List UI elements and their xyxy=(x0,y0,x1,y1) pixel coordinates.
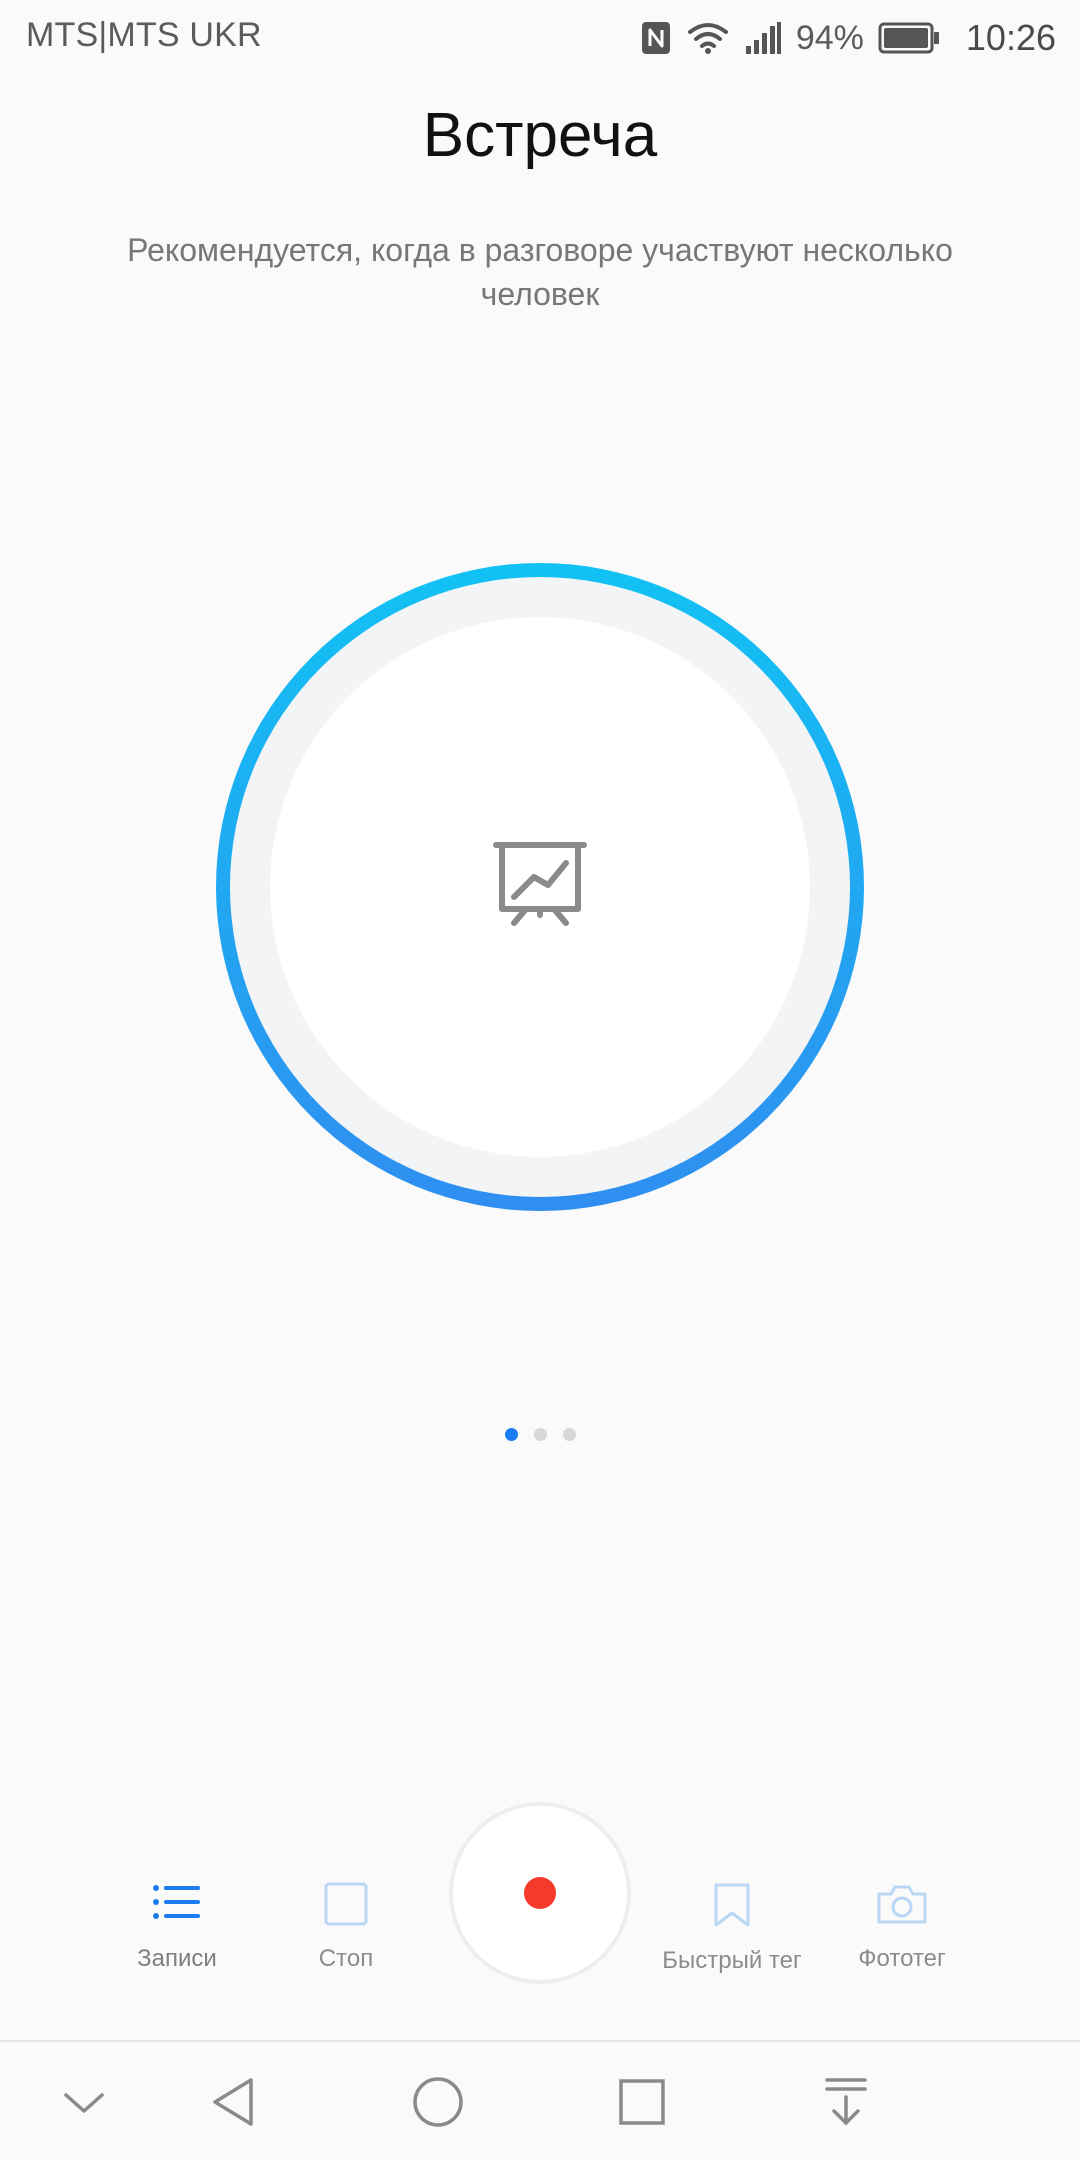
battery-icon xyxy=(878,22,940,54)
carrier-name: MTS|MTS UKR xyxy=(26,16,262,54)
collapse-icon[interactable] xyxy=(54,2072,114,2132)
voice-recorder-screen: MTS|MTS UKR 94% 10:26 Встреча Рекомендуе… xyxy=(0,0,1080,2160)
photo-tag-button[interactable]: Фототег xyxy=(802,1882,1002,1973)
stop-label: Стоп xyxy=(318,1945,374,1972)
mode-selector-circle[interactable] xyxy=(216,563,864,1211)
quick-tag-label: Быстрый тег xyxy=(662,1947,802,1974)
page-dot-3[interactable] xyxy=(562,1428,576,1441)
recorder-controls: Записи Стоп Быстрый тег Фототег xyxy=(0,1790,1080,2010)
page-dot-1[interactable] xyxy=(504,1428,518,1441)
photo-tag-label: Фототег xyxy=(858,1945,946,1972)
mode-description: Рекомендуется, когда в разговоре участву… xyxy=(127,232,953,312)
wifi-icon xyxy=(686,20,730,56)
mode-title: Встреча xyxy=(422,101,658,170)
back-icon[interactable] xyxy=(204,2072,264,2132)
recents-icon[interactable] xyxy=(612,2072,672,2132)
camera-icon xyxy=(875,1882,929,1931)
nfc-icon xyxy=(640,20,672,56)
home-icon[interactable] xyxy=(408,2072,468,2132)
page-indicator xyxy=(0,1428,1080,1441)
records-label: Записи xyxy=(137,1945,217,1972)
stop-button[interactable]: Стоп xyxy=(246,1882,446,1973)
signal-icon xyxy=(744,20,782,56)
status-bar: MTS|MTS UKR 94% 10:26 xyxy=(0,0,1080,76)
clock: 10:26 xyxy=(965,17,1056,58)
record-button[interactable] xyxy=(449,1802,631,1984)
battery-percent: 94% xyxy=(795,18,864,57)
record-icon xyxy=(524,1877,556,1909)
page-dot-2[interactable] xyxy=(533,1428,547,1441)
list-icon xyxy=(152,1882,202,1931)
navigation-bar xyxy=(0,2042,1080,2160)
status-icons: 94% 10:26 xyxy=(640,14,1056,62)
stop-icon xyxy=(323,1882,369,1931)
bookmark-icon xyxy=(712,1882,752,1933)
notification-pull-icon[interactable] xyxy=(816,2072,876,2132)
